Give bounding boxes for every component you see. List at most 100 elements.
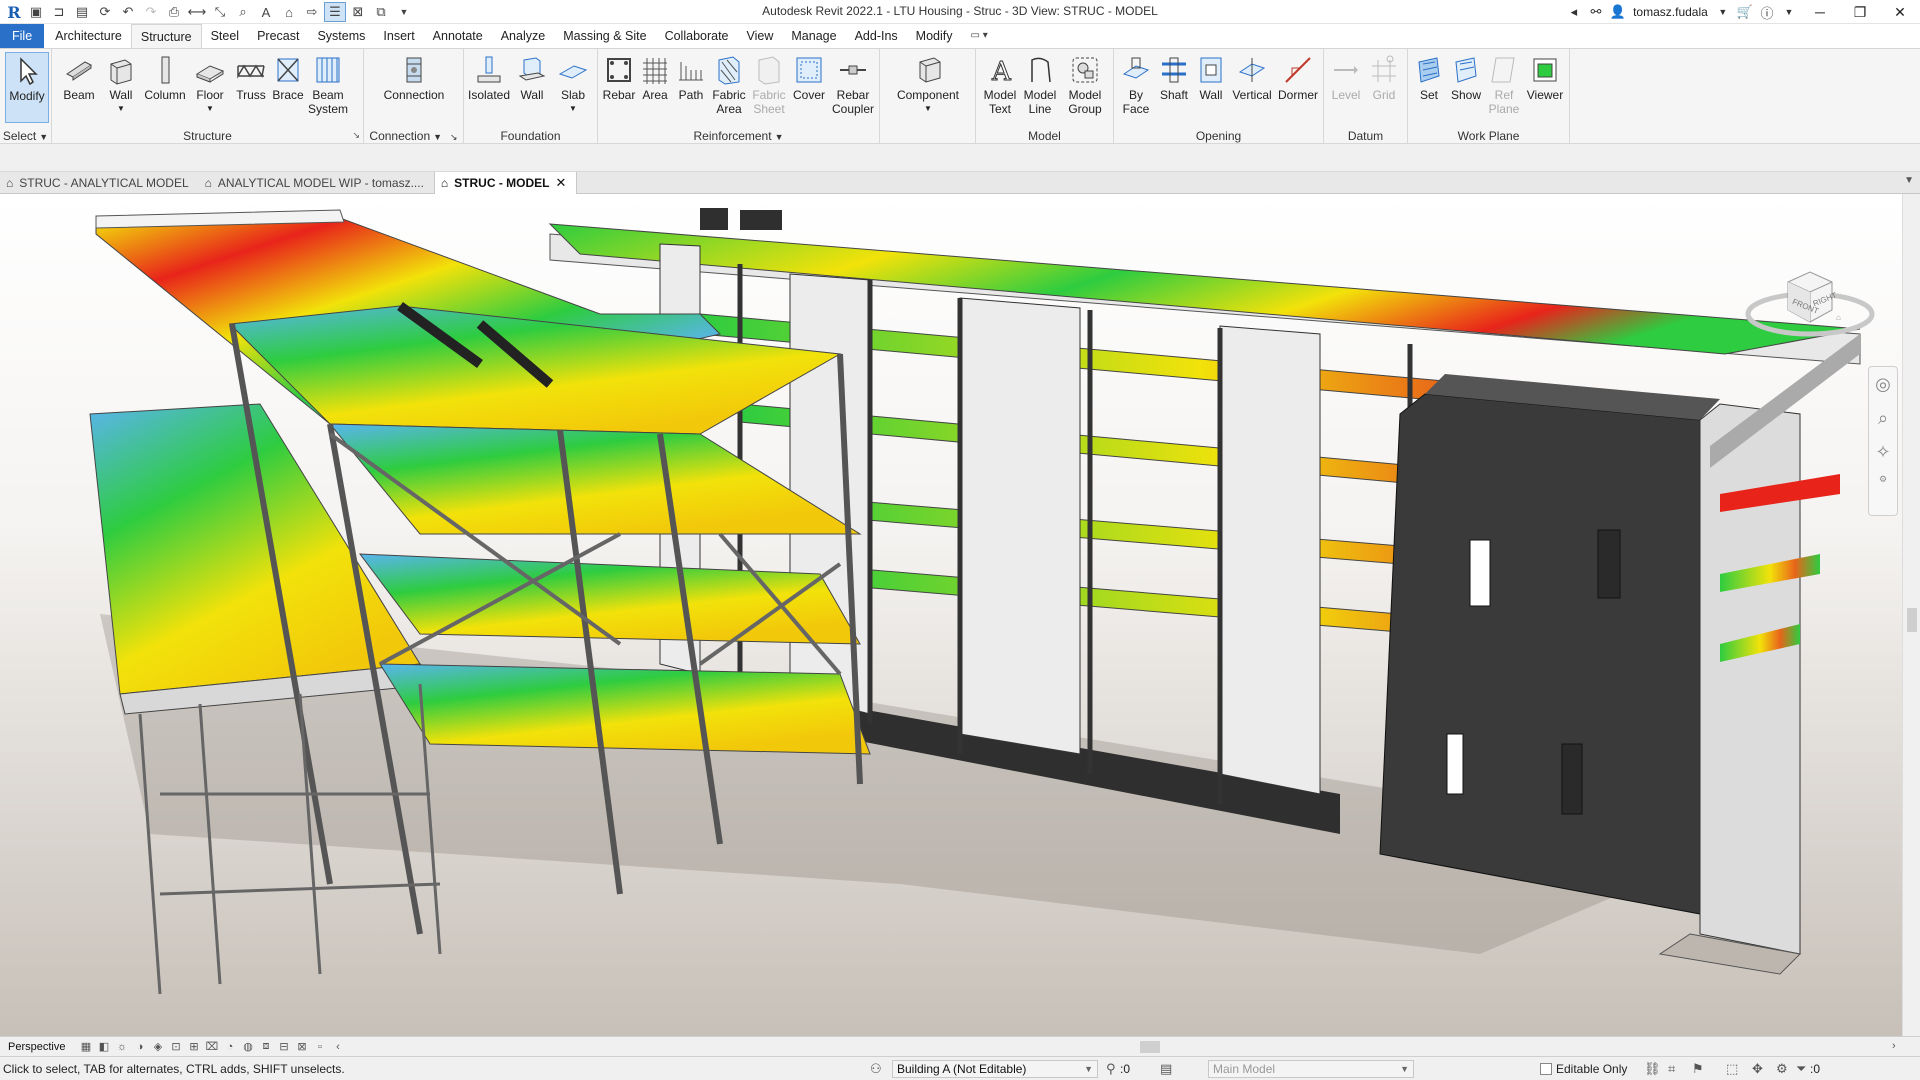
user-menu-chevron-icon[interactable]: ▼	[1712, 0, 1734, 24]
horizontal-scrollbar[interactable]	[400, 1038, 1900, 1054]
analytical-model-icon[interactable]: ⊟	[276, 1039, 292, 1055]
fabric-area-button[interactable]: Fabric Area	[710, 52, 748, 116]
tab-analyze[interactable]: Analyze	[492, 24, 554, 48]
connection-button[interactable]: Connection	[376, 52, 452, 102]
dormer-button[interactable]: Dormer	[1276, 52, 1320, 102]
vertical-scroll-thumb[interactable]	[1907, 608, 1917, 632]
shaft-button[interactable]: Shaft	[1156, 52, 1192, 102]
horizontal-scroll-thumb[interactable]	[1140, 1041, 1160, 1053]
area-reinforcement-button[interactable]: Area	[638, 52, 672, 102]
help-icon[interactable]: ⓘ	[1756, 0, 1778, 24]
3d-viewport[interactable]	[0, 194, 1902, 1036]
model-line-button[interactable]: Model Line	[1020, 52, 1060, 116]
customize-toolbar-icon[interactable]: ▼	[393, 2, 415, 22]
connection-dropdown[interactable]: Connection ▼ ↘	[364, 129, 463, 143]
ribbon-minimize-icon[interactable]: ▭ ▾	[962, 24, 997, 48]
tab-architecture[interactable]: Architecture	[46, 24, 131, 48]
section-icon[interactable]: ⇨	[301, 2, 323, 22]
reveal-constraints-icon[interactable]: ▫	[312, 1039, 328, 1055]
brace-button[interactable]: Brace	[271, 52, 305, 102]
reinforcement-dropdown[interactable]: Reinforcement ▼	[598, 129, 879, 143]
crop-view-icon[interactable]: ⊡	[168, 1039, 184, 1055]
slab-button[interactable]: Slab ▼	[553, 52, 593, 116]
tab-steel[interactable]: Steel	[202, 24, 249, 48]
select-by-face-icon[interactable]: ⬚	[1726, 1061, 1738, 1077]
ref-plane-button[interactable]: Ref Plane	[1486, 52, 1522, 116]
cart-icon[interactable]: 🛒	[1734, 0, 1756, 24]
help-chevron-icon[interactable]: ▼	[1778, 0, 1800, 24]
design-options-icon[interactable]: ▤	[1160, 1061, 1172, 1077]
rebar-button[interactable]: Rebar	[602, 52, 636, 102]
close-tab-icon[interactable]: ✕	[556, 172, 567, 194]
user-icon[interactable]: 👤	[1607, 0, 1629, 24]
tabs-menu-chevron-icon[interactable]: ▼	[1904, 175, 1914, 186]
truss-button[interactable]: Truss	[232, 52, 270, 102]
modify-button[interactable]: Modify	[5, 52, 49, 123]
scroll-left-icon[interactable]: ‹	[330, 1039, 346, 1055]
view-tab-analytical-model-wip[interactable]: ⌂ ANALYTICAL MODEL WIP - tomasz....	[199, 172, 434, 194]
model-group-button[interactable]: Model Group	[1062, 52, 1108, 116]
drag-on-selection-icon[interactable]: ✥	[1752, 1061, 1763, 1077]
close-button[interactable]: ✕	[1880, 0, 1920, 24]
wall-opening-button[interactable]: Wall	[1194, 52, 1228, 102]
workset-selector[interactable]: Building A (Not Editable) ▼	[892, 1060, 1098, 1078]
structure-settings-arrow-icon[interactable]: ↘	[352, 130, 360, 141]
select-underlay-icon[interactable]: ⌗	[1668, 1061, 1675, 1077]
zoom-icon[interactable]: ⌕	[1869, 401, 1897, 435]
tab-structure[interactable]: Structure	[130, 24, 202, 48]
measure-icon[interactable]: ⟷	[186, 2, 208, 22]
view-tab-analytical-model[interactable]: ⌂ STRUC - ANALYTICAL MODEL	[0, 172, 199, 194]
restore-button[interactable]: ❐	[1840, 0, 1880, 24]
nav-bar-options-icon[interactable]: ⚙	[1869, 469, 1897, 489]
tab-collaborate[interactable]: Collaborate	[656, 24, 738, 48]
tab-precast[interactable]: Precast	[248, 24, 308, 48]
back-arrow-icon[interactable]: ◂	[1563, 0, 1585, 24]
revit-logo-icon[interactable]: R	[4, 2, 24, 22]
wall-button[interactable]: Wall ▼	[101, 52, 141, 116]
undo-icon[interactable]: ↶	[117, 2, 139, 22]
set-work-plane-button[interactable]: Set	[1412, 52, 1446, 102]
fabric-sheet-button[interactable]: Fabric Sheet	[750, 52, 788, 116]
temporary-view-properties-icon[interactable]: ⧈	[258, 1039, 274, 1055]
show-work-plane-button[interactable]: Show	[1448, 52, 1484, 102]
vertical-scrollbar[interactable]	[1902, 194, 1920, 1036]
show-crop-region-icon[interactable]: ⊞	[186, 1039, 202, 1055]
vertical-opening-button[interactable]: Vertical	[1230, 52, 1274, 102]
model-text-button[interactable]: A Model Text	[980, 52, 1020, 117]
wall-foundation-button[interactable]: Wall	[512, 52, 552, 102]
save-icon[interactable]: ▤	[71, 2, 93, 22]
print-icon[interactable]: ⎙	[163, 2, 185, 22]
worksets-icon[interactable]: ⚇	[870, 1061, 882, 1077]
dimension-icon[interactable]: ⤡	[209, 2, 231, 22]
unlocked-view-icon[interactable]: ⌧	[204, 1039, 220, 1055]
highlight-displacement-icon[interactable]: ⊠	[294, 1039, 310, 1055]
component-button[interactable]: Component ▼	[890, 52, 966, 116]
steering-wheel-icon[interactable]: ◎	[1869, 367, 1897, 401]
detail-level-icon[interactable]: ◧	[96, 1039, 112, 1055]
by-face-button[interactable]: By Face	[1118, 52, 1154, 116]
select-dropdown[interactable]: Select ▼	[0, 129, 51, 143]
level-button[interactable]: Level	[1328, 52, 1364, 102]
reveal-hidden-icon[interactable]: ◍	[240, 1039, 256, 1055]
cover-button[interactable]: Cover	[790, 52, 828, 102]
viewcube[interactable]: FRONT RIGHT ⌂	[1740, 244, 1880, 364]
tab-massing-site[interactable]: Massing & Site	[554, 24, 655, 48]
binoculars-icon[interactable]: ⚯	[1585, 0, 1607, 24]
sun-path-icon[interactable]: ☼	[114, 1039, 130, 1055]
view-tab-struc-model[interactable]: ⌂ STRUC - MODEL ✕	[433, 172, 578, 194]
user-name[interactable]: tomasz.fudala	[1629, 5, 1712, 19]
home-icon[interactable]: ▣	[25, 2, 47, 22]
default-3d-view-icon[interactable]: ⌂	[278, 2, 300, 22]
temporary-hide-icon[interactable]: ◔	[222, 1039, 238, 1055]
select-filter-icon[interactable]: ⚲	[1106, 1061, 1116, 1077]
design-option-selector[interactable]: Main Model ▼	[1208, 1060, 1414, 1078]
sync-icon[interactable]: ⟳	[94, 2, 116, 22]
select-pinned-icon[interactable]: ⚑	[1692, 1061, 1704, 1077]
tab-annotate[interactable]: Annotate	[424, 24, 492, 48]
switch-windows-icon[interactable]: ⧉	[370, 2, 392, 22]
thin-lines-icon[interactable]: ☰	[324, 2, 346, 22]
tab-view[interactable]: View	[738, 24, 783, 48]
beam-system-button[interactable]: Beam System	[306, 52, 350, 116]
visual-style-icon[interactable]: ▦	[78, 1039, 94, 1055]
editable-only-checkbox[interactable]	[1540, 1063, 1552, 1075]
